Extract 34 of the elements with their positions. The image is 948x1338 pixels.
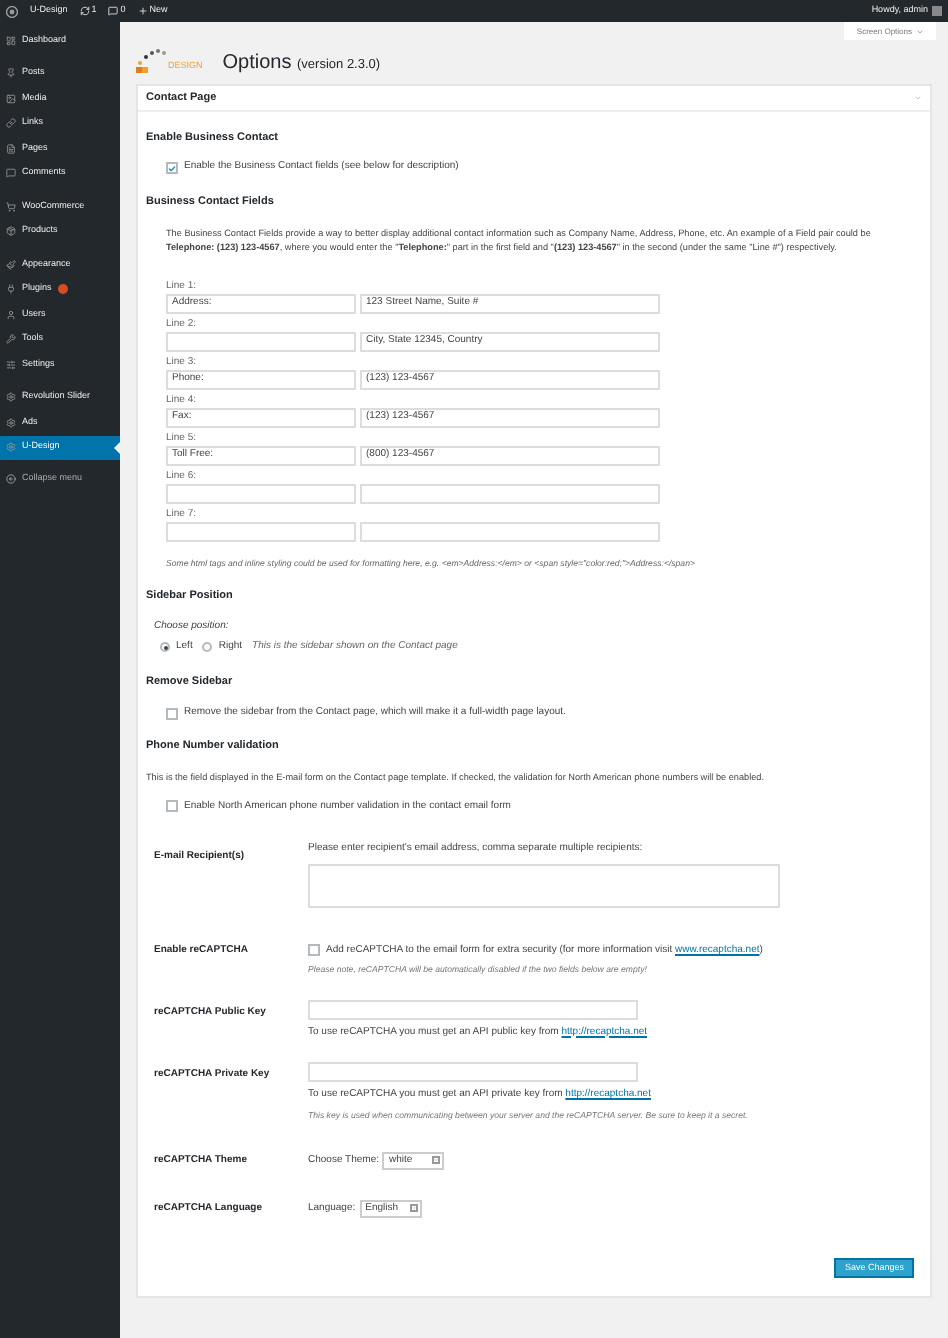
input-field[interactable]	[360, 484, 660, 504]
input-field[interactable]	[308, 999, 638, 1020]
dashboard-icon	[6, 35, 16, 46]
image-icon	[6, 93, 16, 104]
input-field[interactable]	[360, 522, 660, 542]
comment-icon	[6, 168, 16, 179]
checkbox[interactable]	[308, 944, 320, 957]
checkbox[interactable]	[166, 707, 178, 720]
collapse-icon	[6, 473, 16, 483]
radio-button[interactable]	[202, 642, 213, 653]
input-field[interactable]	[166, 484, 356, 504]
input-field[interactable]	[166, 522, 356, 542]
refresh-icon	[79, 6, 90, 16]
page-icon	[6, 143, 16, 154]
logo-drawing	[136, 48, 166, 74]
brush-icon	[6, 259, 16, 270]
radio-button[interactable]	[160, 642, 170, 653]
user-icon	[6, 309, 16, 320]
sliders-icon	[6, 359, 16, 370]
logo-icon[interactable]	[6, 5, 18, 17]
checkbox[interactable]	[166, 800, 178, 813]
checkbox[interactable]	[166, 162, 178, 174]
caret-icon	[409, 1204, 418, 1213]
recipients-textarea[interactable]	[308, 863, 780, 908]
input-field[interactable]	[308, 1062, 638, 1083]
link-icon	[6, 118, 16, 129]
caret-icon	[432, 1156, 441, 1165]
comment-icon	[108, 6, 119, 16]
input-field[interactable]	[166, 332, 356, 352]
plug-icon	[6, 284, 16, 295]
wrench-icon	[6, 334, 16, 345]
plus-icon	[137, 6, 148, 16]
pointer-icon	[114, 441, 120, 454]
avatar-icon	[932, 6, 942, 16]
